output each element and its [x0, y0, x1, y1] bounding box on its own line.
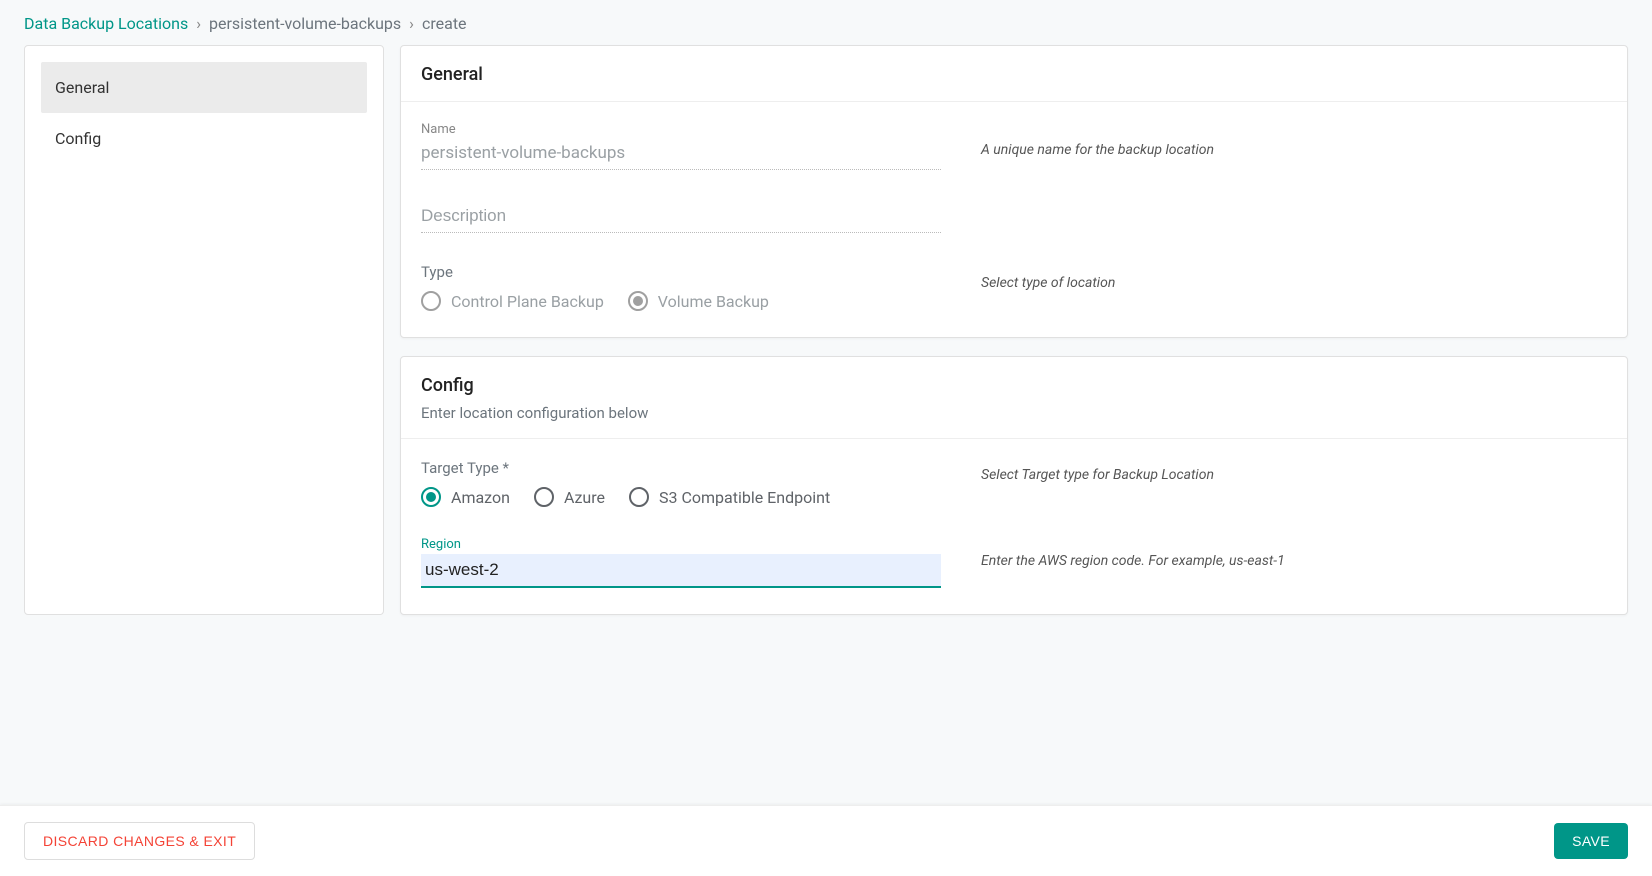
breadcrumb-root[interactable]: Data Backup Locations — [24, 14, 188, 33]
discard-button[interactable]: DISCARD CHANGES & EXIT — [24, 822, 255, 860]
region-input[interactable] — [421, 554, 941, 588]
radio-icon — [534, 487, 554, 507]
target-type-radio-group: Amazon Azure S3 Compatible Endpoint — [421, 487, 941, 507]
card-subtitle: Enter location configuration below — [421, 404, 1607, 422]
sidebar-item-label: Config — [55, 129, 101, 148]
chevron-right-icon: › — [409, 14, 414, 33]
chevron-right-icon: › — [196, 14, 201, 33]
radio-volume: Volume Backup — [628, 291, 769, 311]
target-type-label: Target Type * — [421, 459, 941, 477]
footer-bar: DISCARD CHANGES & EXIT SAVE — [0, 805, 1652, 876]
radio-s3-compatible[interactable]: S3 Compatible Endpoint — [629, 487, 830, 507]
name-value: persistent-volume-backups — [421, 139, 941, 170]
radio-label: Amazon — [451, 488, 510, 507]
radio-label: Volume Backup — [658, 292, 769, 311]
sidebar: General Config — [24, 45, 384, 615]
name-label: Name — [421, 122, 941, 137]
card-header: Config Enter location configuration belo… — [401, 357, 1627, 439]
radio-control-plane: Control Plane Backup — [421, 291, 604, 311]
card-title: Config — [421, 375, 1607, 396]
type-hint: Select type of location — [981, 263, 1607, 291]
main-content: General Name persistent-volume-backups A… — [400, 45, 1628, 615]
breadcrumb: Data Backup Locations › persistent-volum… — [0, 0, 1652, 45]
region-hint: Enter the AWS region code. For example, … — [981, 537, 1607, 569]
radio-label: Azure — [564, 488, 605, 507]
sidebar-item-config[interactable]: Config — [41, 113, 367, 164]
radio-azure[interactable]: Azure — [534, 487, 605, 507]
breadcrumb-last: create — [422, 14, 467, 33]
radio-label: S3 Compatible Endpoint — [659, 488, 830, 507]
radio-amazon[interactable]: Amazon — [421, 487, 510, 507]
radio-icon — [629, 487, 649, 507]
type-label: Type — [421, 263, 941, 281]
sidebar-item-label: General — [55, 78, 109, 97]
radio-icon — [628, 291, 648, 311]
name-hint: A unique name for the backup location — [981, 122, 1607, 158]
name-field: Name persistent-volume-backups — [421, 122, 941, 170]
card-header: General — [401, 46, 1627, 102]
sidebar-item-general[interactable]: General — [41, 62, 367, 113]
save-button[interactable]: SAVE — [1554, 823, 1628, 859]
target-type-hint: Select Target type for Backup Location — [981, 459, 1607, 483]
radio-icon — [421, 291, 441, 311]
type-radio-group: Control Plane Backup Volume Backup — [421, 291, 941, 311]
breadcrumb-mid: persistent-volume-backups — [209, 14, 401, 33]
card-config: Config Enter location configuration belo… — [400, 356, 1628, 615]
description-input[interactable] — [421, 200, 941, 233]
card-general: General Name persistent-volume-backups A… — [400, 45, 1628, 338]
region-label: Region — [421, 537, 941, 552]
radio-icon — [421, 487, 441, 507]
radio-label: Control Plane Backup — [451, 292, 604, 311]
card-title: General — [421, 64, 1607, 85]
